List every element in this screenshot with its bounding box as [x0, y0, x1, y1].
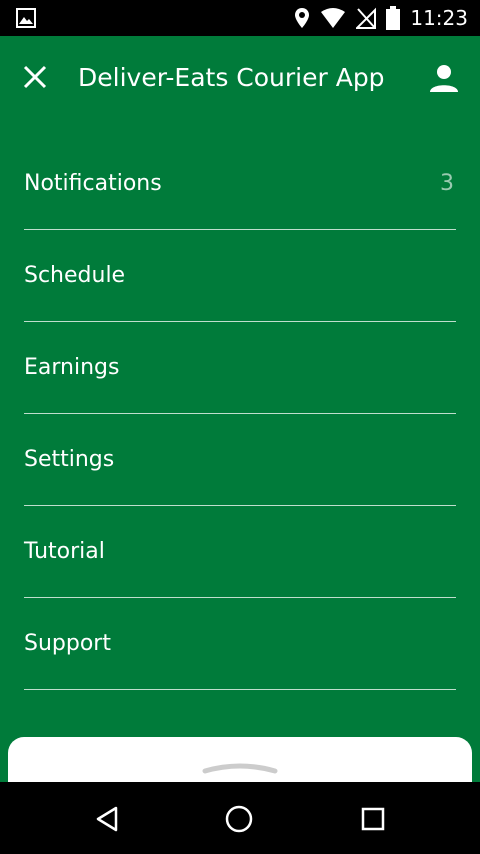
status-time: 11:23: [410, 6, 468, 30]
home-icon[interactable]: [224, 804, 254, 834]
battery-icon: [386, 6, 401, 30]
menu-item-support[interactable]: Support: [24, 598, 456, 690]
menu-item-label: Notifications: [24, 171, 162, 196]
sheet-handle-icon[interactable]: [202, 761, 278, 775]
wifi-icon: [321, 8, 346, 28]
menu-item-earnings[interactable]: Earnings: [24, 322, 456, 414]
menu-item-schedule[interactable]: Schedule: [24, 230, 456, 322]
menu-item-label: Schedule: [24, 263, 126, 288]
menu-item-notifications[interactable]: Notifications 3: [24, 138, 456, 230]
location-icon: [295, 8, 310, 28]
menu-item-label: Settings: [24, 447, 115, 472]
image-icon: [16, 8, 36, 28]
app-header: Deliver-Eats Courier App: [0, 36, 480, 122]
status-icons: 11:23: [294, 6, 468, 30]
menu-list: Notifications 3 Schedule Earnings Settin…: [24, 138, 456, 690]
notification-count-badge: 3: [440, 171, 454, 196]
menu-item-tutorial[interactable]: Tutorial: [24, 506, 456, 598]
menu-item-settings[interactable]: Settings: [24, 414, 456, 506]
person-icon[interactable]: [428, 62, 460, 94]
status-bar: 11:23: [0, 0, 480, 36]
system-nav-bar: [0, 782, 480, 854]
menu-item-label: Tutorial: [24, 539, 105, 564]
app-title: Deliver-Eats Courier App: [78, 63, 385, 92]
back-icon[interactable]: [92, 804, 122, 834]
menu-item-label: Earnings: [24, 355, 120, 380]
no-signal-icon: [356, 7, 377, 29]
close-icon[interactable]: [20, 62, 50, 92]
menu-item-label: Support: [24, 631, 111, 656]
recents-icon[interactable]: [358, 804, 388, 834]
